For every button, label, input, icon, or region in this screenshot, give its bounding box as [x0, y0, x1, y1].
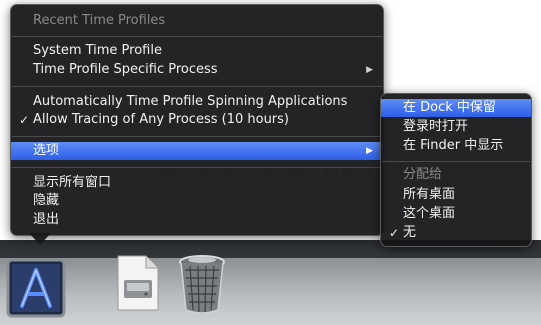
checkmark-icon: ✓ [19, 113, 30, 127]
submenu-header-assign-to: 分配给 [403, 167, 443, 182]
menu-item-hide[interactable]: 隐藏 [11, 192, 383, 210]
menu-item-label: System Time Profile [33, 43, 162, 58]
menu-item-label: 选项 [33, 143, 60, 158]
menu-item-time-profile-specific-process[interactable]: Time Profile Specific Process ▶ [11, 61, 383, 79]
menu-item-allow-tracing[interactable]: ✓ Allow Tracing of Any Process (10 hours… [11, 111, 383, 129]
menu-header-recent-time-profiles: Recent Time Profiles [33, 13, 166, 28]
menu-item-options[interactable]: 选项 ▶ [11, 142, 383, 160]
menu-item-label: 无 [403, 225, 417, 240]
menu-item-auto-time-profile-spinning[interactable]: Automatically Time Profile Spinning Appl… [11, 93, 383, 111]
menu-item-label: 显示所有窗口 [33, 175, 112, 190]
trash-icon[interactable] [176, 252, 228, 316]
dock-context-menu: Recent Time Profiles System Time Profile… [10, 4, 384, 236]
menu-item-label: 在 Dock 中保留 [403, 100, 496, 115]
menu-item-label: 登录时打开 [403, 119, 469, 134]
submenu-item-all-desktops[interactable]: 所有桌面 [381, 186, 531, 204]
menu-separator [12, 36, 382, 37]
submenu-arrow-icon: ▶ [366, 65, 373, 75]
document-icon[interactable] [112, 252, 162, 314]
menu-item-quit[interactable]: 退出 [11, 211, 383, 229]
menu-item-label: 退出 [33, 212, 60, 227]
menu-item-label: 这个桌面 [403, 206, 456, 221]
dock-shelf [0, 258, 541, 325]
menu-item-label: 所有桌面 [403, 187, 456, 202]
menu-separator [12, 136, 382, 137]
menu-item-label: 隐藏 [33, 193, 60, 208]
menu-item-label: Allow Tracing of Any Process (10 hours) [33, 112, 289, 127]
menu-item-label: 在 Finder 中显示 [403, 138, 504, 153]
checkmark-icon: ✓ [389, 226, 400, 240]
menu-separator [382, 161, 530, 162]
instruments-app-icon[interactable] [6, 258, 66, 318]
submenu-item-this-desktop[interactable]: 这个桌面 [381, 205, 531, 223]
submenu-item-keep-in-dock[interactable]: 在 Dock 中保留 [381, 99, 531, 117]
menu-item-label: Automatically Time Profile Spinning Appl… [33, 94, 348, 109]
menu-item-show-all-windows[interactable]: 显示所有窗口 [11, 174, 383, 192]
submenu-item-show-in-finder[interactable]: 在 Finder 中显示 [381, 137, 531, 155]
menu-pointer [29, 233, 51, 245]
menu-item-label: Time Profile Specific Process [33, 62, 218, 77]
menu-separator [12, 86, 382, 87]
submenu-item-none[interactable]: ✓ 无 [381, 224, 531, 242]
menu-separator [12, 167, 382, 168]
submenu-arrow-icon: ▶ [366, 146, 373, 156]
menu-item-system-time-profile[interactable]: System Time Profile [11, 42, 383, 60]
submenu-item-open-at-login[interactable]: 登录时打开 [381, 118, 531, 136]
options-submenu: 在 Dock 中保留 登录时打开 在 Finder 中显示 分配给 所有桌面 这… [380, 93, 532, 247]
